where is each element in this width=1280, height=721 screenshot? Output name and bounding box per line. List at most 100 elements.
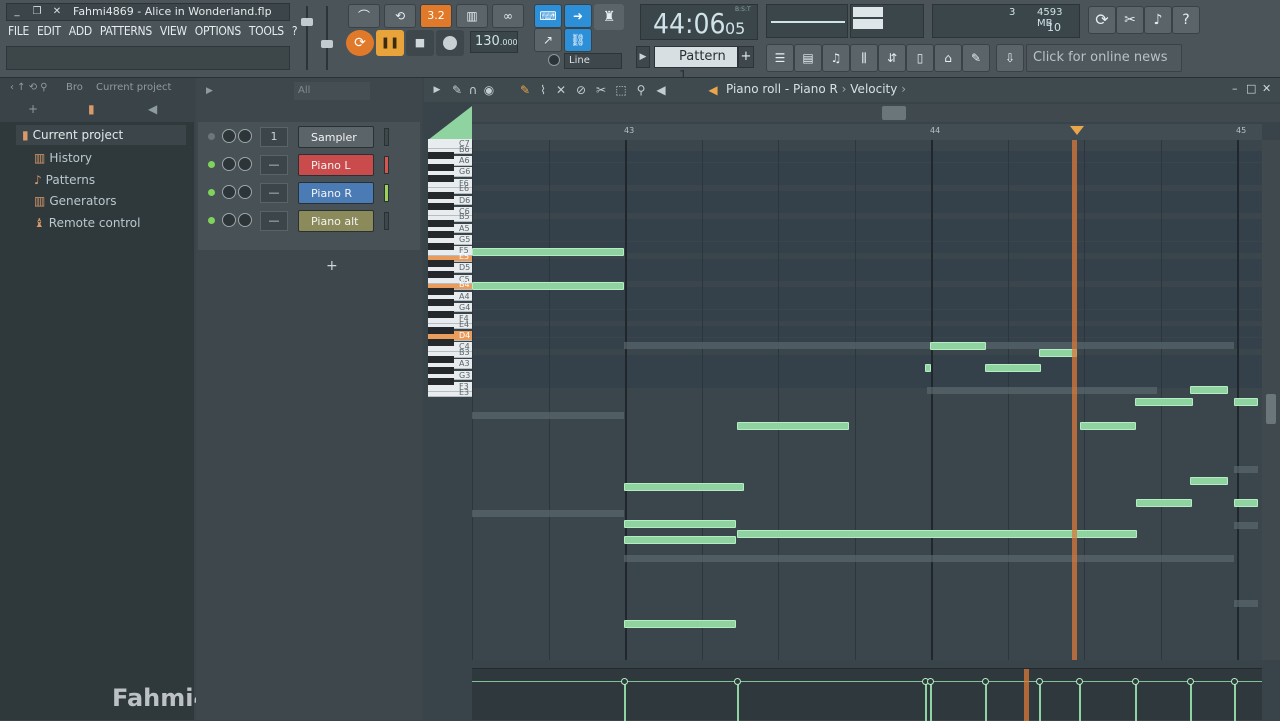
song-position-display[interactable]: 44:06 05 B:S:T — [640, 4, 758, 40]
note[interactable] — [1136, 499, 1192, 507]
channel-row[interactable]: — Piano L — [204, 154, 420, 176]
note[interactable] — [1080, 422, 1136, 430]
velocity-handle[interactable] — [1036, 678, 1043, 685]
blend-notes-icon[interactable]: ▥ — [456, 4, 488, 28]
step-edit-icon[interactable]: ➜ — [564, 4, 592, 28]
pan-knob[interactable] — [238, 185, 252, 199]
black-key[interactable] — [428, 231, 454, 239]
black-key[interactable] — [428, 203, 454, 211]
black-key[interactable] — [428, 367, 454, 374]
add-icon[interactable]: + — [28, 102, 38, 116]
note[interactable] — [1190, 386, 1228, 394]
plugin-picker-icon[interactable]: ▯ — [906, 44, 934, 72]
note[interactable] — [624, 536, 736, 544]
rack-filter[interactable]: All — [294, 82, 370, 100]
magnet-icon[interactable]: ∩ — [466, 83, 480, 97]
velocity-stem[interactable] — [1234, 681, 1236, 721]
channel-name-button[interactable]: Sampler — [298, 126, 374, 148]
pattern-song-toggle[interactable]: ⟳ — [346, 30, 374, 56]
close-icon[interactable]: ✕ — [49, 5, 65, 19]
browser-breadcrumb[interactable]: Current project — [96, 82, 171, 93]
wrench-icon[interactable]: ✎ — [450, 83, 464, 97]
delete-tool-icon[interactable]: ✕ — [554, 83, 568, 97]
velocity-stem[interactable] — [1079, 681, 1081, 721]
menu-add[interactable]: ADD — [69, 24, 92, 42]
note[interactable] — [925, 364, 931, 372]
channel-select-bar[interactable] — [384, 184, 389, 202]
select-icon[interactable]: ⬚ — [614, 83, 628, 97]
online-news-button[interactable]: Click for online news — [1026, 44, 1182, 72]
black-key[interactable] — [428, 338, 454, 346]
channel-led[interactable] — [208, 133, 215, 140]
velocity-handle[interactable] — [1231, 678, 1238, 685]
note[interactable] — [737, 422, 849, 430]
volume-knob[interactable] — [222, 185, 236, 199]
note[interactable] — [985, 364, 1041, 372]
master-volume-slider[interactable] — [300, 6, 314, 70]
piano-roll-menu-icon[interactable]: ▶ — [430, 83, 444, 97]
browser-nav-icon[interactable]: ‹ ↑ ⟲ ⚲ — [10, 82, 48, 93]
black-key[interactable] — [428, 327, 454, 335]
velocity-stem[interactable] — [1190, 681, 1192, 721]
note[interactable] — [1135, 398, 1193, 406]
pattern-selector[interactable]: Pattern 1 — [654, 46, 738, 84]
pan-knob[interactable] — [238, 213, 252, 227]
channel-number[interactable]: — — [260, 183, 288, 203]
horizontal-scrollbar[interactable] — [472, 104, 1280, 122]
note[interactable] — [1190, 477, 1228, 485]
channel-row[interactable]: — Piano alt — [204, 210, 420, 232]
velocity-handle[interactable] — [982, 678, 989, 685]
note[interactable] — [472, 248, 624, 256]
black-key[interactable] — [428, 220, 454, 228]
metronome-icon[interactable]: ⌒ — [348, 4, 380, 28]
menu-help[interactable]: ? — [292, 24, 298, 42]
minimize-icon[interactable]: _ — [9, 5, 25, 19]
velocity-stem[interactable] — [925, 681, 927, 721]
tree-root-current-project[interactable]: ▮ Current project — [16, 125, 186, 145]
add-channel-button[interactable]: + — [326, 258, 338, 274]
volume-knob[interactable] — [222, 129, 236, 143]
channel-led[interactable] — [208, 161, 215, 168]
velocity-stem[interactable] — [1135, 681, 1137, 721]
note[interactable] — [1234, 398, 1258, 406]
record-button[interactable] — [436, 30, 464, 56]
volume-knob[interactable] — [222, 157, 236, 171]
velocity-stem[interactable] — [1039, 681, 1041, 721]
note[interactable] — [737, 530, 1137, 538]
menu-edit[interactable]: EDIT — [37, 24, 61, 42]
velocity-lane[interactable] — [472, 668, 1262, 721]
download-icon[interactable]: ⇩ — [996, 44, 1024, 72]
tree-item-remote-control[interactable]: ♝ Remote control — [34, 216, 140, 230]
channel-number[interactable]: — — [260, 211, 288, 231]
wait-icon[interactable]: ⟲ — [384, 4, 416, 28]
channel-select-bar[interactable] — [384, 156, 389, 174]
channel-row[interactable]: 1 Sampler — [204, 126, 420, 148]
note[interactable] — [624, 520, 736, 528]
black-key[interactable] — [428, 152, 454, 160]
note[interactable] — [624, 483, 744, 491]
menu-file[interactable]: FILE — [8, 24, 29, 42]
note-grid[interactable] — [472, 140, 1262, 660]
channel-led[interactable] — [208, 189, 215, 196]
play-button[interactable]: ❚❚ — [376, 30, 404, 56]
channel-number[interactable]: — — [260, 155, 288, 175]
undo-icon[interactable]: ⟳ — [1088, 6, 1116, 34]
velocity-stem[interactable] — [985, 681, 987, 721]
black-key[interactable] — [428, 270, 454, 278]
velocity-stem[interactable] — [737, 681, 739, 721]
slice-icon[interactable]: ✂ — [594, 83, 608, 97]
brush-icon[interactable]: ⌇ — [536, 83, 550, 97]
play-note-icon[interactable]: ◉ — [482, 83, 496, 97]
channel-name-button[interactable]: Piano L — [298, 154, 374, 176]
tree-item-patterns[interactable]: ♪ Patterns — [34, 173, 95, 187]
note[interactable] — [1234, 499, 1258, 507]
scroll-thumb[interactable] — [1266, 394, 1276, 424]
channel-rack-icon[interactable]: ▤ — [794, 44, 822, 72]
menu-options[interactable]: OPTIONS — [195, 24, 241, 42]
tempo-display[interactable]: 130.000 — [470, 31, 518, 53]
velocity-handle[interactable] — [1132, 678, 1139, 685]
channel-row[interactable]: — Piano R — [204, 182, 420, 204]
volume-knob[interactable] — [222, 213, 236, 227]
pan-knob[interactable] — [238, 157, 252, 171]
velocity-handle[interactable] — [1187, 678, 1194, 685]
